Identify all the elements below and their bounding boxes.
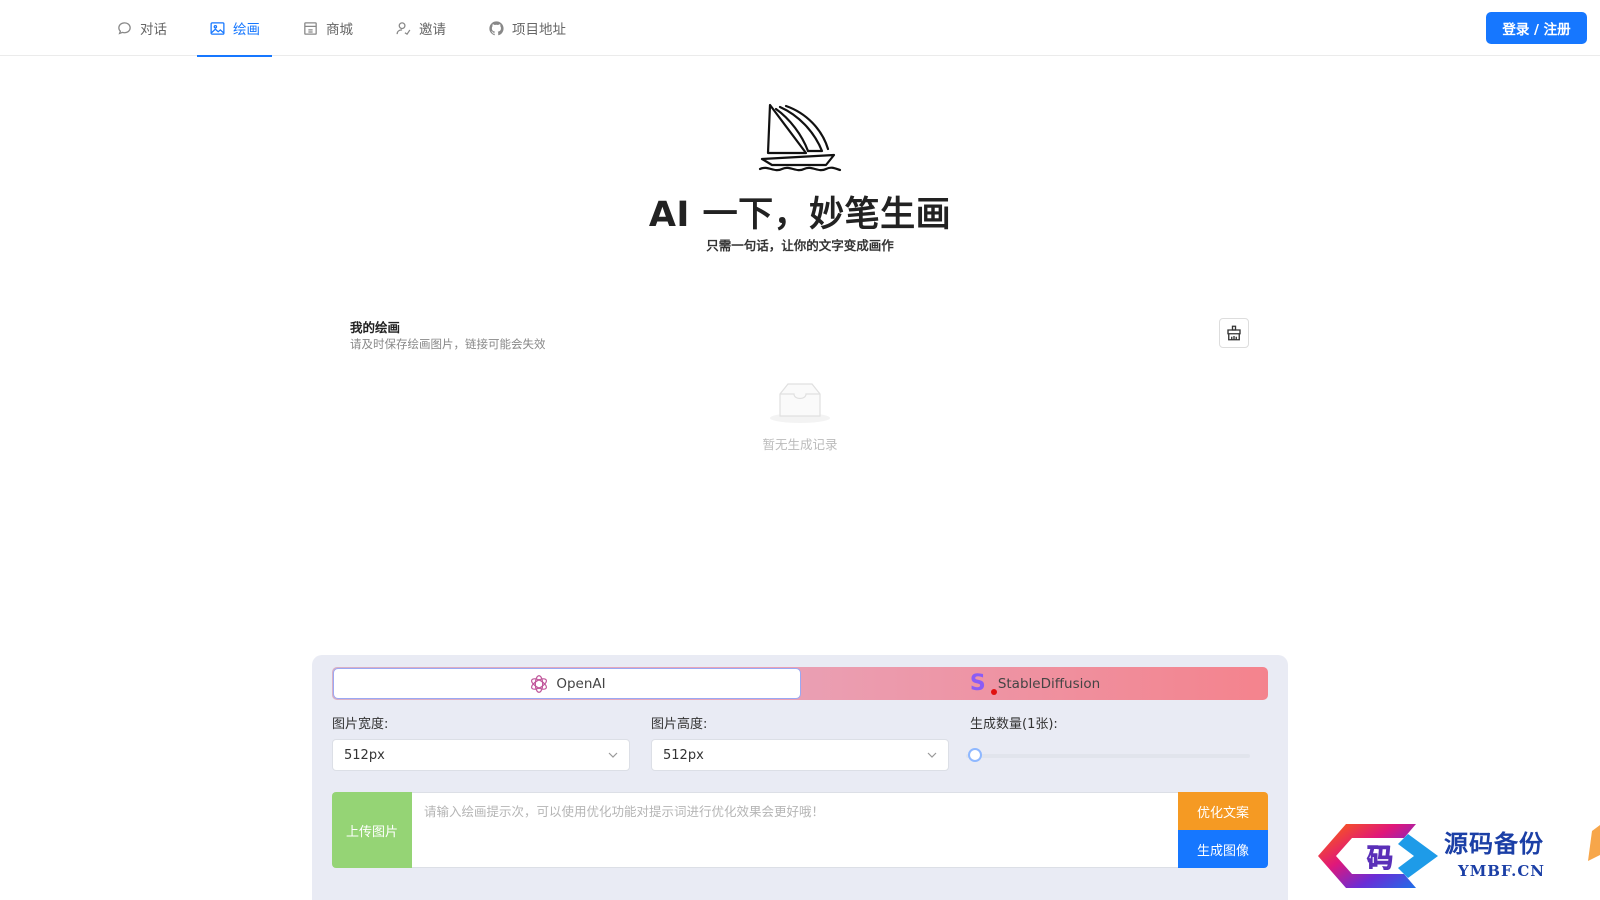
- count-slider-handle[interactable]: [968, 748, 982, 762]
- watermark-edge-mark: [1588, 825, 1600, 861]
- width-select[interactable]: 512px: [332, 739, 630, 771]
- nav-item-chat[interactable]: 对话: [104, 0, 179, 56]
- count-label: 生成数量(1张):: [970, 717, 1058, 732]
- upload-image-button[interactable]: 上传图片: [332, 792, 412, 868]
- inbox-icon: [770, 383, 830, 423]
- empty-state-text: 暂无生成记录: [762, 437, 838, 452]
- prompt-actions: 优化文案 生成图像: [1178, 792, 1268, 868]
- optimize-prompt-button[interactable]: 优化文案: [1178, 792, 1268, 830]
- sailboat-logo: [758, 103, 842, 172]
- model-tab-openai[interactable]: OpenAI: [333, 668, 801, 699]
- my-drawings-description: 请及时保存绘画图片，链接可能会失效: [350, 337, 546, 351]
- nav-label-shop: 商城: [326, 22, 353, 38]
- height-select-value: 512px: [663, 747, 704, 763]
- shop-icon: [304, 21, 317, 35]
- height-select[interactable]: 512px: [651, 739, 949, 771]
- nav-item-github[interactable]: 项目地址: [476, 0, 578, 56]
- chat-icon: [118, 21, 131, 35]
- hero-subtitle: 只需一句话，让你的文字变成画作: [706, 238, 894, 253]
- width-select-value: 512px: [344, 747, 385, 763]
- watermark: 码 源码备份 YMBF.CN: [1316, 820, 1600, 900]
- model-switch: OpenAI S StableDiffusion: [332, 667, 1268, 700]
- main-nav: 对话 绘画 商城 邀请 项目地址: [104, 0, 596, 57]
- nav-label-chat: 对话: [140, 22, 167, 38]
- broom-icon: [1227, 325, 1241, 341]
- openai-icon: [531, 674, 548, 693]
- model-label-openai: OpenAI: [556, 675, 606, 692]
- count-slider-track[interactable]: [966, 754, 1250, 758]
- nav-label-github: 项目地址: [512, 22, 566, 38]
- nav-label-invite: 邀请: [419, 22, 446, 38]
- height-label: 图片高度:: [651, 717, 708, 732]
- chevron-down-icon: [927, 752, 937, 758]
- my-drawings-title: 我的绘画: [350, 320, 401, 335]
- stablediffusion-icon: S: [970, 672, 997, 695]
- nav-label-drawing: 绘画: [233, 22, 260, 38]
- image-icon: [210, 21, 225, 35]
- invite-icon: [396, 21, 411, 35]
- width-label: 图片宽度:: [332, 717, 389, 732]
- watermark-cn-text: 源码备份: [1444, 829, 1544, 858]
- chevron-down-icon: [608, 752, 618, 758]
- login-register-button[interactable]: 登录 / 注册: [1486, 12, 1587, 44]
- watermark-logo-char: 码: [1366, 844, 1393, 875]
- drawing-panel: OpenAI S StableDiffusion 图片宽度: 512px 图片高…: [312, 655, 1288, 900]
- hero-title: AI 一下，妙笔生画: [648, 195, 952, 235]
- model-label-stablediffusion: StableDiffusion: [997, 675, 1101, 692]
- top-header: 对话 绘画 商城 邀请 项目地址 登录 / 注册: [0, 0, 1600, 57]
- clear-history-button[interactable]: [1219, 318, 1249, 348]
- watermark-en-text: YMBF.CN: [1458, 862, 1546, 880]
- generate-image-button[interactable]: 生成图像: [1178, 830, 1268, 868]
- prompt-input[interactable]: [412, 792, 1178, 868]
- github-icon: [489, 20, 504, 35]
- model-tab-stablediffusion[interactable]: S StableDiffusion: [802, 667, 1268, 700]
- prompt-row: 上传图片 优化文案 生成图像: [332, 792, 1268, 868]
- nav-item-drawing[interactable]: 绘画: [197, 0, 272, 57]
- nav-item-shop[interactable]: 商城: [290, 0, 365, 56]
- nav-item-invite[interactable]: 邀请: [383, 0, 458, 56]
